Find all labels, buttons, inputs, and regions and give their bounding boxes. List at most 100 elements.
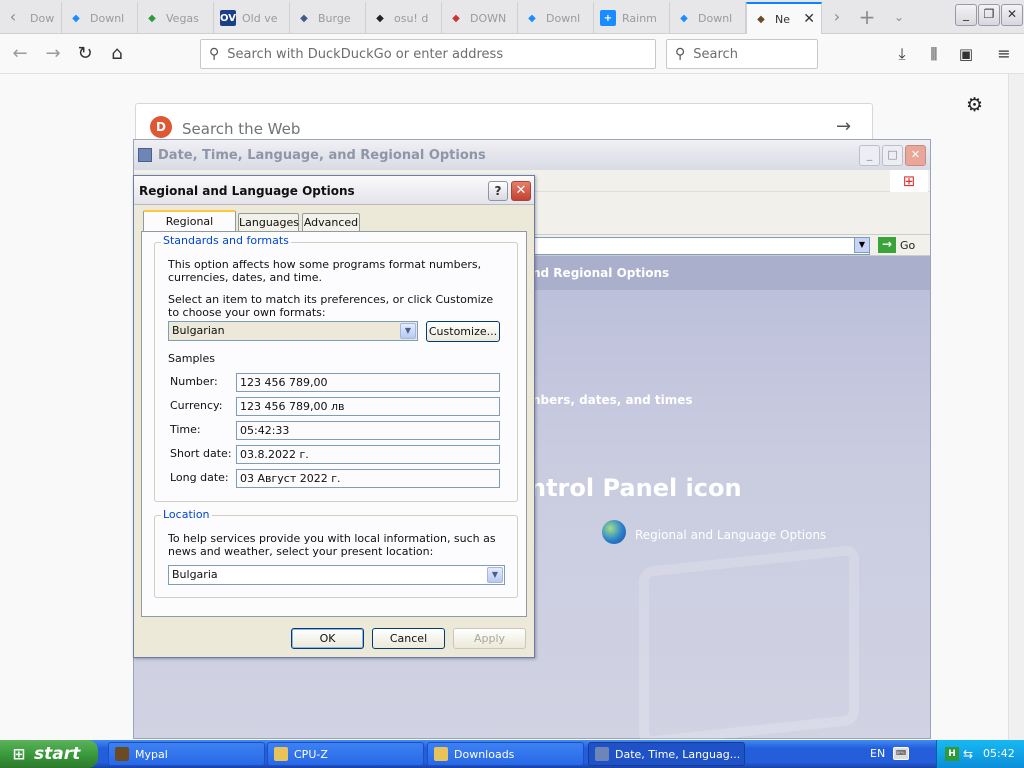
format-value: Bulgarian xyxy=(172,324,225,337)
duckduckgo-icon: D xyxy=(150,116,172,138)
diamond-icon: ◆ xyxy=(528,12,536,24)
go-label[interactable]: Go xyxy=(900,239,915,252)
tab-scroll-left-icon[interactable]: ‹ xyxy=(2,6,24,28)
forward-arrow-icon[interactable]: → xyxy=(39,40,67,68)
restore-button[interactable]: ❐ xyxy=(978,4,1000,26)
search-go-arrow-icon[interactable]: → xyxy=(836,116,851,137)
taskbar-task[interactable]: Downloads xyxy=(427,742,584,766)
cp-minimize-button[interactable]: _ xyxy=(859,145,880,166)
tab-title: Downl xyxy=(698,11,733,25)
browser-tab[interactable]: ◆ Ne ✕ xyxy=(746,2,822,34)
reload-icon[interactable]: ↻ xyxy=(71,40,99,68)
new-tab-icon[interactable]: + xyxy=(856,6,878,28)
url-bar[interactable]: ⚲ Search with DuckDuckGo or enter addres… xyxy=(200,39,656,69)
task-label: Mypal xyxy=(135,747,168,761)
system-tray: H ⇆ 05:42 xyxy=(936,740,1024,768)
browser-tab[interactable]: ◆ Vegas xyxy=(138,2,214,34)
library-icon[interactable]: ⫼ xyxy=(920,40,948,68)
bird-icon: ◆ xyxy=(757,13,765,25)
apply-button[interactable]: Apply xyxy=(453,628,526,649)
taskbar-task[interactable]: Mypal xyxy=(108,742,265,766)
minimize-button[interactable]: _ xyxy=(955,4,977,26)
task-app-icon xyxy=(595,747,609,761)
start-button[interactable]: ⊞ start xyxy=(0,740,98,768)
go-arrow-icon[interactable]: → xyxy=(878,237,896,253)
cp-address-input[interactable] xyxy=(534,237,870,255)
clock[interactable]: 05:42 xyxy=(983,747,1015,760)
task-label: Downloads xyxy=(454,747,515,761)
tab-title: Old ve xyxy=(242,11,278,25)
tray-app-icon[interactable]: H xyxy=(945,747,959,761)
close-window-button[interactable]: ✕ xyxy=(1001,4,1023,26)
cp-close-button[interactable]: ✕ xyxy=(905,145,926,166)
home-icon[interactable]: ⌂ xyxy=(103,40,131,68)
select-description: Select an item to match its preferences,… xyxy=(168,293,494,319)
browser-tab[interactable]: ◆ Downl xyxy=(62,2,138,34)
browser-tab[interactable]: ◆ Burge xyxy=(290,2,366,34)
language-indicator[interactable]: EN xyxy=(870,747,885,760)
loading-icon: ◆ xyxy=(72,12,80,24)
newtab-search-placeholder: Search the Web xyxy=(182,120,301,138)
sample-label: Number: xyxy=(170,375,218,388)
ok-button[interactable]: OK xyxy=(291,628,364,649)
browser-tab[interactable]: ◆ DOWN xyxy=(442,2,518,34)
location-value: Bulgaria xyxy=(172,568,218,581)
location-description: To help services provide you with local … xyxy=(168,532,496,558)
cp-header-text: nd Regional Options xyxy=(532,266,670,280)
sample-value-field: 03 Август 2022 г. xyxy=(236,469,500,488)
cp-task-link[interactable]: nbers, dates, and times xyxy=(532,393,693,407)
browser-tab[interactable]: ◆ Downl xyxy=(670,2,746,34)
help-button[interactable]: ? xyxy=(488,181,508,201)
browser-nav-bar: ← → ↻ ⌂ ⚲ Search with DuckDuckGo or ente… xyxy=(0,34,1024,74)
back-arrow-icon[interactable]: ← xyxy=(6,40,34,68)
tab-close-icon[interactable]: ✕ xyxy=(803,11,815,27)
tab-languages[interactable]: Languages xyxy=(238,213,299,231)
tab-title: Vegas xyxy=(166,11,199,25)
tab-scroll-right-icon[interactable]: › xyxy=(826,6,848,28)
browser-tab[interactable]: ◆ osu! d xyxy=(366,2,442,34)
tab-title: Downl xyxy=(30,11,55,25)
sample-value-field: 05:42:33 xyxy=(236,421,500,440)
dialog-close-button[interactable]: ✕ xyxy=(511,181,531,201)
dialog-title-bar[interactable]: Regional and Language Options ? ✕ xyxy=(134,176,534,205)
cp-maximize-button[interactable]: □ xyxy=(882,145,903,166)
menu-hamburger-icon[interactable]: ≡ xyxy=(990,40,1018,68)
checkmark-decoration-icon xyxy=(639,544,859,748)
chevron-down-icon[interactable]: ▼ xyxy=(854,237,870,253)
format-select[interactable]: Bulgarian ▼ xyxy=(168,321,418,341)
standards-description: This option affects how some programs fo… xyxy=(168,258,482,284)
regional-options-panel: Standards and formats This option affect… xyxy=(141,231,527,617)
search-icon: ⚲ xyxy=(675,46,686,62)
vertical-scrollbar[interactable] xyxy=(1008,74,1024,740)
chevron-down-icon[interactable]: ▼ xyxy=(400,323,416,339)
search-bar[interactable]: ⚲ Search xyxy=(666,39,818,69)
customize-button[interactable]: Customize... xyxy=(426,321,500,342)
tray-network-icon[interactable]: ⇆ xyxy=(963,747,977,761)
globe-icon[interactable] xyxy=(602,520,626,544)
browser-tab[interactable]: OV Old ve xyxy=(214,2,290,34)
download-icon[interactable]: ⤓ xyxy=(888,40,916,68)
location-select[interactable]: Bulgaria ▼ xyxy=(168,565,505,585)
tab-title: Burge xyxy=(318,11,351,25)
chevron-down-icon[interactable]: ▼ xyxy=(487,567,503,583)
control-panel-title-bar[interactable]: Date, Time, Language, and Regional Optio… xyxy=(134,140,930,170)
taskbar-task[interactable]: Date, Time, Languag... xyxy=(588,742,745,766)
keyboard-icon[interactable]: ⌨ xyxy=(893,747,909,760)
search-icon: ⚲ xyxy=(209,46,220,62)
sidebar-icon[interactable]: ▣ xyxy=(952,40,980,68)
tab-title: Rainm xyxy=(622,11,657,25)
browser-tab[interactable]: ◆ Downl xyxy=(518,2,594,34)
tab-title: osu! d xyxy=(394,11,429,25)
tab-advanced[interactable]: Advanced xyxy=(302,213,360,231)
taskbar-task[interactable]: CPU-Z xyxy=(267,742,424,766)
browser-tab[interactable]: + Rainm xyxy=(594,2,670,34)
sample-label: Long date: xyxy=(170,471,229,484)
cancel-button[interactable]: Cancel xyxy=(372,628,445,649)
browser-tab[interactable]: Downl xyxy=(24,2,62,34)
task-app-icon xyxy=(274,747,288,761)
sample-value-field: 123 456 789,00 xyxy=(236,373,500,392)
tab-regional-options[interactable]: Regional Options xyxy=(143,210,236,247)
tab-list-chevron-down-icon[interactable]: ⌄ xyxy=(888,6,910,28)
cp-regional-link[interactable]: Regional and Language Options xyxy=(635,528,826,542)
gear-icon[interactable]: ⚙ xyxy=(966,94,983,116)
